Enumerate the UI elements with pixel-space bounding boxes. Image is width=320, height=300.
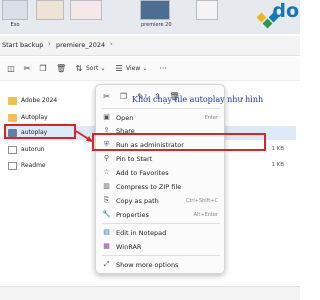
file-icon bbox=[8, 146, 17, 154]
pin-icon: ⚲ bbox=[103, 154, 110, 162]
menu-item-label: Properties bbox=[116, 211, 149, 219]
status-bar bbox=[0, 286, 300, 300]
sort-button[interactable]: Sort bbox=[86, 65, 98, 72]
thumbnail-caption: Exo bbox=[10, 22, 20, 28]
winrar-icon: ▦ bbox=[103, 242, 110, 250]
menu-divider bbox=[102, 255, 220, 256]
menu-item-shortcut: Alt+Enter bbox=[193, 211, 218, 218]
menu-item-label: Compress to ZIP file bbox=[116, 183, 182, 191]
menu-item-shortcut: Ctrl+Shift+C bbox=[185, 197, 218, 204]
folder-icon bbox=[8, 97, 17, 105]
menu-item-label: WinRAR bbox=[116, 243, 142, 251]
wrench-icon: 🔧 bbox=[102, 210, 111, 218]
more-options-icon: ⤢ bbox=[103, 260, 110, 268]
view-button[interactable]: View bbox=[126, 65, 140, 72]
file-name: Autoplay bbox=[21, 114, 48, 121]
menu-item-open[interactable]: ▣ Open Enter bbox=[96, 111, 226, 124]
file-name: Adobe 2024 bbox=[21, 97, 58, 104]
new-folder-icon[interactable]: ◫ bbox=[6, 64, 16, 74]
thumbnail-1[interactable]: Exo bbox=[2, 0, 28, 28]
thumbnail-4[interactable]: premiere 20 bbox=[140, 0, 172, 28]
menu-item-properties[interactable]: 🔧 Properties Alt+Enter bbox=[96, 208, 226, 221]
menu-item-label: Show more options bbox=[116, 261, 179, 269]
menu-item-copy-as-path[interactable]: ⎘ Copy as path Ctrl+Shift+C bbox=[96, 194, 226, 207]
menu-item-compress-zip[interactable]: ▥ Compress to ZIP file bbox=[96, 180, 226, 193]
site-logo: do bbox=[256, 0, 300, 34]
thumbnail-3[interactable] bbox=[70, 0, 102, 20]
file-size: 1 KB bbox=[271, 146, 284, 152]
notepad-icon: ▤ bbox=[103, 228, 110, 236]
menu-divider bbox=[102, 108, 220, 109]
view-icon[interactable]: ☰ bbox=[114, 64, 124, 74]
cut-icon[interactable]: ✂ bbox=[101, 91, 112, 102]
folder-icon bbox=[8, 114, 17, 122]
annotation-caption: Khởi chạy file autoplay như hình bbox=[132, 95, 264, 104]
menu-item-label: Edit in Notepad bbox=[116, 229, 167, 237]
top-thumbnail-strip: Exo premiere 20 do bbox=[0, 0, 300, 34]
menu-item-winrar[interactable]: ▦ WinRAR bbox=[96, 240, 226, 253]
menu-item-edit-in-notepad[interactable]: ▤ Edit in Notepad bbox=[96, 226, 226, 239]
zip-icon: ▥ bbox=[103, 182, 110, 190]
menu-item-label: Pin to Start bbox=[116, 155, 153, 163]
menu-item-show-more-options[interactable]: ⤢ Show more options bbox=[96, 258, 226, 271]
copy-icon[interactable]: ❐ bbox=[118, 91, 129, 102]
menu-item-label: Copy as path bbox=[116, 197, 159, 205]
chevron-right-icon: › bbox=[48, 40, 51, 48]
command-toolbar: ◫ ✂ ❐ 🗑 ⇅ Sort ⌄ ☰ View ⌄ ··· bbox=[0, 57, 300, 81]
highlight-box-run-as-admin bbox=[92, 133, 266, 151]
thumbnail-5[interactable] bbox=[196, 0, 218, 20]
menu-item-label: Add to Favorites bbox=[116, 169, 169, 177]
chevron-right-icon: › bbox=[110, 40, 113, 48]
thumbnail-caption: premiere 20 bbox=[141, 22, 172, 28]
breadcrumb-start-backup[interactable]: Start backup bbox=[2, 41, 43, 49]
menu-item-shortcut: Enter bbox=[204, 114, 218, 121]
menu-item-add-to-favorites[interactable]: ☆ Add to Favorites bbox=[96, 166, 226, 179]
menu-item-label: Open bbox=[116, 114, 134, 122]
more-icon[interactable]: ··· bbox=[158, 64, 168, 74]
chevron-down-icon[interactable]: ⌄ bbox=[140, 64, 150, 74]
open-icon: ▣ bbox=[103, 113, 110, 121]
cut-icon[interactable]: ✂ bbox=[22, 64, 32, 74]
copy-icon[interactable]: ❐ bbox=[38, 64, 48, 74]
highlight-box-autoplay bbox=[4, 124, 76, 139]
context-menu: ✂ ❐ ✎ ⇪ 🗑 ▣ Open Enter ⇪ Share ⛨ Run as … bbox=[95, 84, 225, 274]
file-size: 1 KB bbox=[271, 162, 284, 168]
delete-icon[interactable]: 🗑 bbox=[56, 64, 66, 74]
star-icon: ☆ bbox=[103, 168, 110, 176]
thumbnail-2[interactable] bbox=[36, 0, 64, 20]
menu-divider bbox=[102, 223, 220, 224]
path-icon: ⎘ bbox=[103, 196, 110, 204]
chevron-down-icon[interactable]: ⌄ bbox=[98, 64, 108, 74]
file-name: Readme bbox=[21, 162, 46, 169]
menu-item-pin-to-start[interactable]: ⚲ Pin to Start bbox=[96, 152, 226, 165]
address-bar[interactable]: Start backup › premiere_2024 › bbox=[0, 36, 300, 56]
file-icon bbox=[8, 162, 17, 170]
sort-icon[interactable]: ⇅ bbox=[74, 64, 84, 74]
breadcrumb-premiere[interactable]: premiere_2024 bbox=[56, 41, 105, 49]
logo-text: do bbox=[272, 0, 299, 22]
file-name: autorun bbox=[21, 146, 45, 153]
